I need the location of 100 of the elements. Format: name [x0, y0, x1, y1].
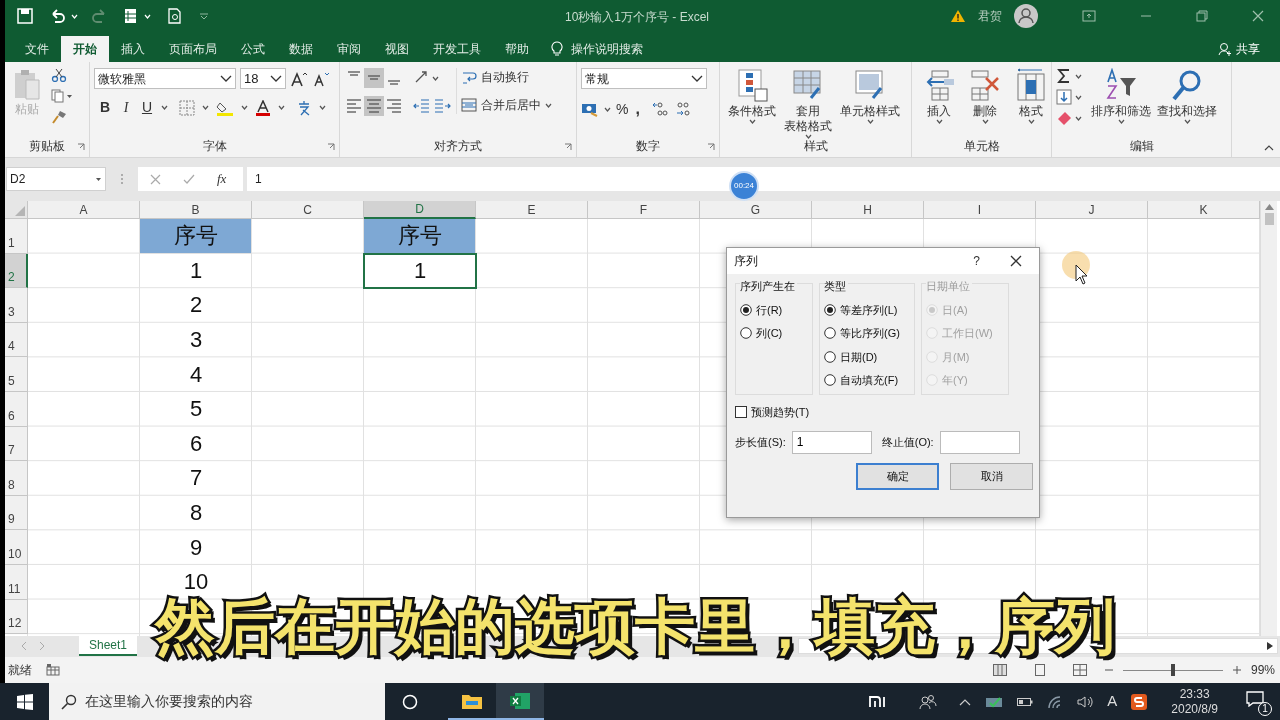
align-right-icon[interactable] — [384, 96, 404, 116]
column-header[interactable]: F — [588, 201, 700, 219]
ok-button[interactable]: 确定 — [856, 462, 939, 490]
font-color-icon[interactable] — [255, 99, 271, 116]
radio-option[interactable]: 日期(D) — [824, 348, 914, 365]
phonetic-icon[interactable] — [296, 99, 312, 116]
warning-icon[interactable] — [950, 9, 966, 23]
taskbar-search-field[interactable]: 在这里输入你要搜索的内容 — [49, 683, 385, 720]
restore-icon[interactable] — [1196, 10, 1208, 22]
align-left-icon[interactable] — [344, 96, 364, 116]
windows-start-icon[interactable] — [17, 693, 33, 710]
column-header[interactable]: A — [28, 201, 140, 219]
clock-date[interactable]: 2020/8/9 — [1171, 701, 1218, 717]
ribbon-tab[interactable]: 公式 — [229, 36, 277, 62]
ribbon-button[interactable]: 查找和选择 — [1154, 68, 1220, 124]
eraser-icon[interactable] — [1056, 110, 1072, 126]
undo-icon[interactable] — [49, 8, 67, 24]
ribbon-tab[interactable]: 视图 — [373, 36, 421, 62]
row-header[interactable]: 4 — [5, 322, 28, 358]
input-method-indicator[interactable]: A — [1107, 690, 1118, 713]
clock-time[interactable]: 23:33 — [1179, 686, 1210, 702]
column-header[interactable]: K — [1148, 201, 1260, 219]
macro-record-icon[interactable] — [46, 664, 60, 676]
excel-taskbar-button[interactable] — [496, 683, 544, 720]
notification-icon[interactable] — [1246, 690, 1264, 707]
row-header[interactable]: 11 — [5, 564, 28, 600]
row-header[interactable]: 2 — [5, 253, 28, 289]
column-header[interactable]: D — [364, 201, 476, 219]
chevron-up-icon[interactable] — [959, 697, 972, 706]
ribbon-button[interactable]: 条件格式 — [725, 68, 779, 124]
ribbon-button[interactable]: 排序和筛选 — [1088, 68, 1154, 124]
ribbon-display-icon[interactable] — [1082, 10, 1096, 22]
ribbon-button[interactable]: 插入 — [919, 68, 959, 124]
column-header[interactable]: C — [252, 201, 364, 219]
bold-button[interactable]: B — [98, 97, 112, 118]
percent-button[interactable]: % — [616, 98, 629, 120]
row-header[interactable]: 8 — [5, 461, 28, 496]
sogou-ime-icon[interactable] — [1131, 693, 1148, 710]
zoom-level[interactable]: 99% — [1250, 661, 1275, 679]
task-view-icon[interactable] — [402, 693, 418, 710]
step-value-field[interactable]: 1 — [791, 430, 872, 454]
save-icon[interactable] — [17, 8, 33, 24]
column-header[interactable]: J — [1036, 201, 1148, 219]
ribbon-tab[interactable]: 插入 — [109, 36, 157, 62]
scrollbar-thumb[interactable] — [1264, 213, 1274, 225]
people-icon[interactable] — [919, 693, 938, 710]
scroll-up-icon[interactable] — [1264, 204, 1274, 210]
merge-center-button[interactable]: 合并后居中 — [461, 96, 552, 114]
column-header[interactable]: B — [140, 201, 252, 219]
number-format-dropdown[interactable]: 常规 — [581, 68, 707, 89]
tell-me-search[interactable]: 操作说明搜索 — [571, 40, 643, 58]
ribbon-tab[interactable]: 数据 — [277, 36, 325, 62]
grow-font-icon[interactable] — [290, 70, 308, 87]
comma-button[interactable]: , — [633, 97, 642, 121]
italic-button[interactable]: I — [119, 97, 133, 118]
share-button[interactable]: 共享 — [1236, 40, 1260, 58]
row-header[interactable]: 9 — [5, 495, 28, 531]
row-header[interactable]: 10 — [5, 530, 28, 565]
radio-option[interactable]: 等差序列(L) — [824, 301, 914, 318]
trend-checkbox[interactable]: 预测趋势(T) — [727, 404, 1039, 421]
fill-down-icon[interactable] — [1056, 89, 1072, 105]
row-header[interactable]: 6 — [5, 391, 28, 427]
currency-icon[interactable] — [581, 101, 599, 117]
ribbon-tab[interactable]: 帮助 — [493, 36, 541, 62]
copy-icon[interactable] — [51, 89, 73, 103]
radio-option[interactable]: 列(C) — [740, 325, 812, 342]
ribbon-button[interactable]: 套用 表格格式 — [781, 68, 835, 139]
column-header[interactable]: I — [924, 201, 1036, 219]
font-name-dropdown[interactable]: 微软雅黑 — [94, 68, 236, 89]
zoom-slider-thumb[interactable] — [1170, 664, 1175, 676]
ribbon-button[interactable]: 格式 — [1011, 68, 1051, 124]
font-size-dropdown[interactable]: 18 — [240, 68, 286, 89]
wrap-text-button[interactable]: 自动换行 — [461, 68, 552, 86]
normal-view-icon[interactable] — [992, 664, 1007, 676]
row-header[interactable]: 1 — [5, 219, 28, 254]
row-header[interactable]: 3 — [5, 288, 28, 323]
row-header[interactable]: 12 — [5, 599, 28, 635]
format-painter-icon[interactable] — [51, 110, 67, 124]
radio-option[interactable]: 自动填充(F) — [824, 372, 914, 389]
column-header[interactable]: H — [812, 201, 924, 219]
radio-option[interactable]: 等比序列(G) — [824, 325, 914, 342]
ribbon-tab[interactable]: 开始 — [61, 36, 109, 62]
column-header[interactable]: G — [700, 201, 812, 219]
volume-icon[interactable] — [1077, 694, 1094, 709]
name-box[interactable]: D2 — [6, 167, 106, 191]
row-header[interactable]: 7 — [5, 426, 28, 462]
autosum-icon[interactable] — [1056, 68, 1072, 84]
stop-value-field[interactable] — [939, 430, 1020, 454]
increase-decimal-icon[interactable] — [650, 101, 669, 117]
collapse-ribbon-icon[interactable] — [1264, 144, 1274, 151]
print-preview-icon[interactable] — [167, 8, 183, 24]
column-header[interactable]: E — [476, 201, 588, 219]
ribbon-button[interactable]: 单元格样式 — [837, 68, 903, 124]
page-layout-icon[interactable] — [1032, 664, 1047, 676]
insert-function-button[interactable]: fx — [217, 169, 227, 189]
dialog-launcher-icon[interactable] — [707, 143, 715, 151]
battery-icon[interactable] — [1017, 696, 1034, 707]
customize-icon[interactable] — [199, 12, 209, 20]
avatar-icon[interactable] — [1014, 4, 1038, 28]
page-break-icon[interactable] — [1072, 664, 1087, 676]
